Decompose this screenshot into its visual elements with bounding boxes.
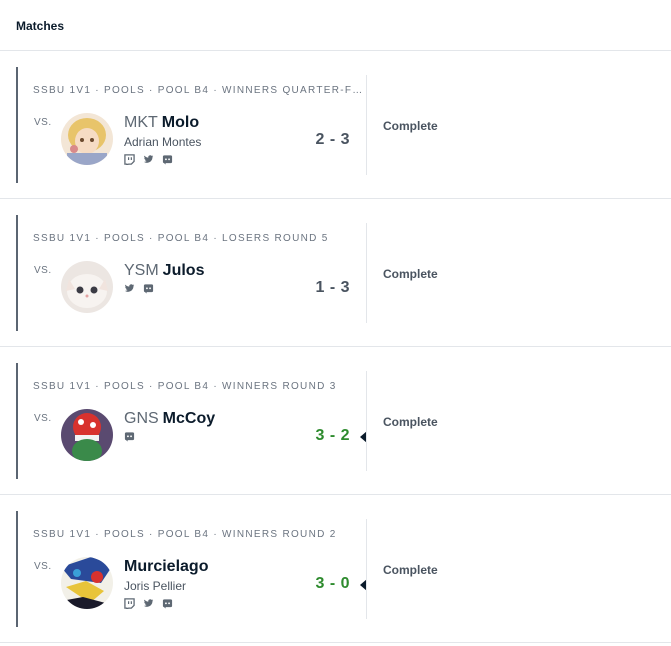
real-name: Joris Pellier	[124, 579, 187, 593]
match-phase: SSBU 1V1 · POOLS · POOL B4 · WINNERS ROU…	[33, 529, 337, 540]
player-name[interactable]: GNS McCoy	[124, 410, 215, 428]
match-accent-bar	[16, 363, 18, 479]
social-links	[124, 154, 173, 165]
match-score: 1 - 3	[315, 279, 350, 296]
vs-label: VS.	[34, 117, 52, 128]
twitch-icon[interactable]	[124, 154, 135, 165]
gamertag: McCoy	[162, 410, 216, 427]
card-divider	[366, 371, 367, 471]
match-status: Complete	[383, 563, 438, 577]
discord-icon[interactable]	[162, 598, 173, 609]
gamertag: Julos	[162, 262, 205, 279]
gamertag: Murcielago	[124, 558, 209, 575]
match-accent-bar	[16, 67, 18, 183]
match-card[interactable]: SSBU 1V1 · POOLS · POOL B4 · WINNERS ROU…	[0, 495, 671, 643]
social-links	[124, 283, 154, 294]
avatar[interactable]	[61, 113, 113, 165]
social-links	[124, 598, 173, 609]
player-name[interactable]: Murcielago	[124, 558, 208, 576]
card-divider	[366, 519, 367, 619]
match-status: Complete	[383, 415, 438, 429]
sponsor-prefix: YSM	[124, 262, 159, 279]
match-card[interactable]: SSBU 1V1 · POOLS · POOL B4 · WINNERS ROU…	[0, 347, 671, 495]
vs-label: VS.	[34, 265, 52, 276]
discord-icon[interactable]	[124, 431, 135, 442]
match-card[interactable]: SSBU 1V1 · POOLS · POOL B4 · LOSERS ROUN…	[0, 199, 671, 347]
twitch-icon[interactable]	[124, 598, 135, 609]
twitter-icon[interactable]	[124, 283, 135, 294]
player-name[interactable]: MKT Molo	[124, 114, 199, 132]
card-divider	[366, 223, 367, 323]
match-score: 2 - 3	[315, 131, 350, 148]
avatar[interactable]	[61, 261, 113, 313]
avatar[interactable]	[61, 557, 113, 609]
sponsor-prefix: MKT	[124, 114, 158, 131]
match-accent-bar	[16, 215, 18, 331]
match-score: 3 - 2	[315, 427, 350, 444]
player-name[interactable]: YSM Julos	[124, 262, 204, 280]
avatar[interactable]	[61, 409, 113, 461]
match-phase: SSBU 1V1 · POOLS · POOL B4 · WINNERS ROU…	[33, 381, 337, 392]
match-phase: SSBU 1V1 · POOLS · POOL B4 · LOSERS ROUN…	[33, 233, 329, 244]
sponsor-prefix: GNS	[124, 410, 159, 427]
twitter-icon[interactable]	[143, 154, 154, 165]
discord-icon[interactable]	[143, 283, 154, 294]
discord-icon[interactable]	[162, 154, 173, 165]
gamertag: Molo	[161, 114, 200, 131]
matches-header: Matches	[0, 0, 671, 51]
match-status: Complete	[383, 267, 438, 281]
match-score: 3 - 0	[315, 575, 350, 592]
twitter-icon[interactable]	[143, 598, 154, 609]
match-status: Complete	[383, 119, 438, 133]
page-title: Matches	[16, 19, 65, 33]
vs-label: VS.	[34, 413, 52, 424]
real-name: Adrian Montes	[124, 135, 202, 149]
match-card[interactable]: SSBU 1V1 · POOLS · POOL B4 · WINNERS QUA…	[0, 51, 671, 199]
vs-label: VS.	[34, 561, 52, 572]
card-divider	[366, 75, 367, 175]
social-links	[124, 431, 135, 442]
match-phase: SSBU 1V1 · POOLS · POOL B4 · WINNERS QUA…	[33, 85, 363, 96]
match-accent-bar	[16, 511, 18, 627]
